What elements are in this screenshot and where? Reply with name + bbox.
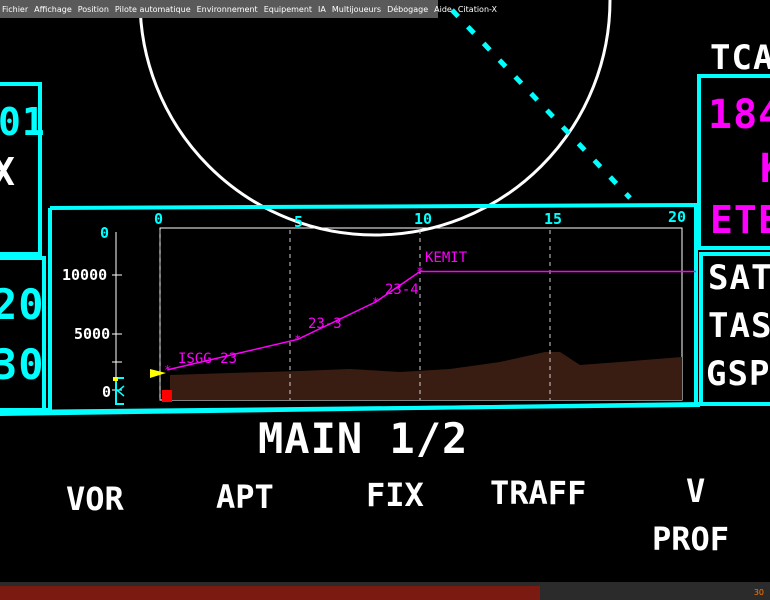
y-top-label: 0 (100, 224, 110, 242)
x-tick-0: 0 (154, 210, 164, 228)
gsp-label: GSP (706, 354, 770, 394)
left-top-digits: 01 (0, 100, 46, 144)
menu-ai[interactable]: IA (318, 5, 326, 14)
frame-rate-counter: 30 (753, 588, 764, 597)
y-tick-10000: 10000 (62, 266, 108, 284)
tca-label: TCA (710, 38, 770, 78)
y-tick-5000: 5000 (74, 325, 111, 343)
x-tick-15: 15 (544, 210, 563, 228)
compass-arc (138, 0, 612, 237)
left-mid-digits: 20 (0, 280, 45, 329)
bottom-strip (0, 582, 770, 600)
menu-multiplayer[interactable]: Multijoueurs (332, 5, 381, 14)
waypoint-label-isgg23: ISGG-23 (178, 351, 238, 367)
left-top-letter: X (0, 150, 16, 194)
tas-label: TAS (708, 306, 770, 346)
sat-label: SAT (708, 258, 770, 298)
terrain-profile (170, 352, 682, 400)
right-magenta-value: 184 (708, 92, 770, 138)
softkey-vor[interactable]: VOR (66, 480, 124, 518)
bearing-line (450, 8, 632, 200)
y-axis (112, 232, 122, 400)
waypoint-marker: * (294, 332, 301, 346)
ete-label: ETE (710, 198, 770, 242)
waypoint-label-23-3: 23-3 (308, 316, 342, 332)
menu-help[interactable]: Aide (434, 5, 452, 14)
x-tick-20: 20 (668, 208, 687, 226)
menu-debug[interactable]: Débogage (387, 5, 428, 14)
menu-file[interactable]: Fichier (2, 5, 28, 14)
softkey-vprof-v[interactable]: V (686, 472, 705, 510)
menu-aircraft[interactable]: Citation-X (458, 5, 497, 14)
menu-location[interactable]: Position (78, 5, 109, 14)
left-bot-digits: 30 (0, 340, 45, 389)
menu-bar: Fichier Affichage Position Pilote automa… (0, 0, 497, 18)
flight-path: * * * * (164, 264, 696, 377)
softkey-vprof-prof[interactable]: PROF (652, 520, 729, 558)
menu-equipment[interactable]: Equipement (264, 5, 312, 14)
right-magenta-letter: K (760, 146, 770, 192)
waypoint-marker: * (416, 264, 423, 278)
waypoint-label-23-4: 23-4 (385, 282, 419, 298)
ground-marker (162, 390, 172, 402)
waypoint-marker: * (164, 363, 171, 377)
waypoint-label-kemit: KEMIT (425, 250, 468, 266)
menu-environment[interactable]: Environnement (197, 5, 258, 14)
page-title: MAIN 1/2 (258, 414, 469, 463)
x-tick-10: 10 (414, 210, 433, 228)
menu-autopilot[interactable]: Pilote automatique (115, 5, 191, 14)
softkey-fix[interactable]: FIX (366, 476, 424, 514)
softkey-traff[interactable]: TRAFF (490, 474, 586, 512)
x-tick-5: 5 (294, 213, 304, 231)
waypoint-marker: * (372, 295, 379, 309)
softkey-apt[interactable]: APT (216, 478, 274, 516)
menu-view[interactable]: Affichage (34, 5, 72, 14)
y-tick-0: 0 (102, 383, 112, 401)
